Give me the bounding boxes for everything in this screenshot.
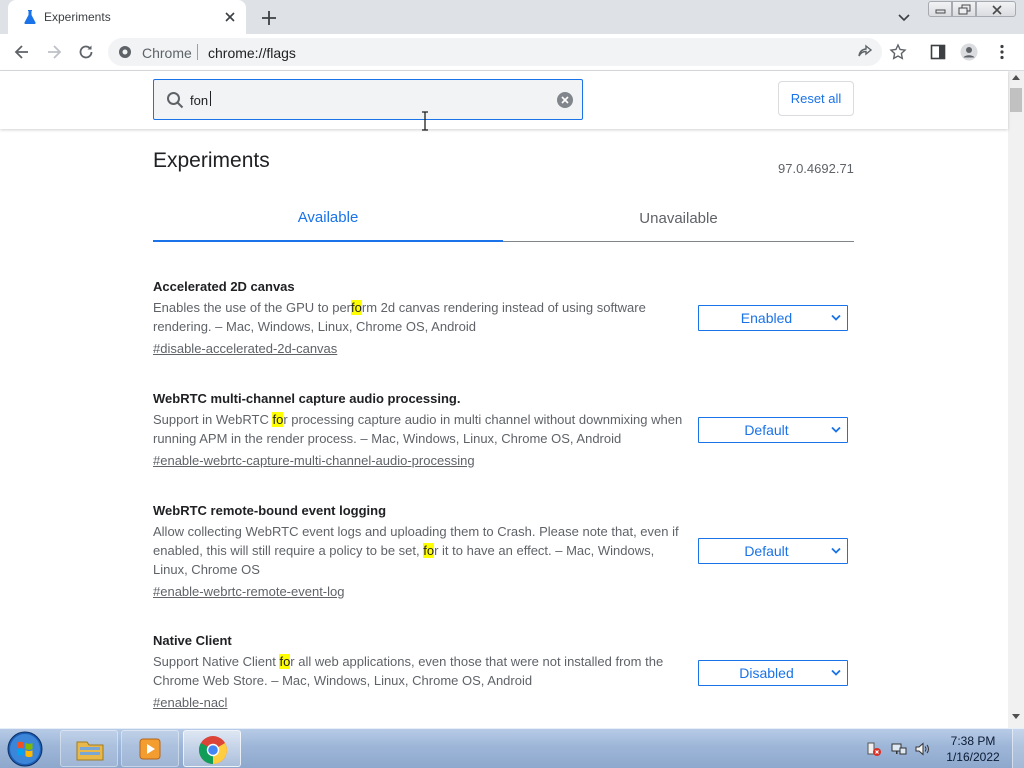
scrollbar-thumb[interactable] [1010, 88, 1022, 112]
taskbar-chrome[interactable] [183, 730, 241, 767]
description-text: Support in WebRTC [153, 412, 273, 427]
omnibox-url[interactable]: chrome://flags [208, 45, 296, 61]
omnibox-scheme-label: Chrome [142, 45, 192, 61]
experiment-item: Accelerated 2D canvas Enables the use of… [153, 277, 854, 358]
minimize-icon [935, 9, 946, 14]
tab-strip: Experiments [0, 0, 1024, 34]
experiment-description: Enables the use of the GPU to perform 2d… [153, 298, 688, 336]
reload-icon[interactable] [76, 42, 96, 62]
search-highlight: fo [279, 654, 291, 669]
restore-button[interactable] [952, 1, 976, 17]
experiment-link[interactable]: #enable-webrtc-remote-event-log [153, 582, 344, 601]
search-highlight: fo [351, 300, 362, 315]
minimize-button[interactable] [928, 1, 952, 17]
chevron-down-icon [831, 669, 841, 676]
ibeam-cursor-icon [422, 111, 428, 131]
experiment-item: WebRTC remote-bound event logging Allow … [153, 501, 854, 601]
search-box[interactable] [153, 79, 583, 131]
clear-icon[interactable] [556, 91, 574, 109]
experiment-description: Support Native Client for all web applic… [153, 652, 688, 690]
browser-tab-experiments[interactable]: Experiments [8, 0, 246, 34]
chevron-down-icon [831, 547, 841, 554]
experiment-title: WebRTC remote-bound event logging [153, 503, 387, 518]
select-value: Disabled [739, 665, 794, 681]
profile-icon[interactable] [960, 43, 978, 61]
scroll-up-icon[interactable] [1012, 74, 1020, 80]
experiment-item: WebRTC multi-channel capture audio proce… [153, 389, 854, 470]
windows-taskbar: 7:38 PM 1/16/2022 [0, 728, 1024, 768]
vertical-scrollbar[interactable] [1008, 71, 1024, 728]
tab-title: Experiments [44, 10, 111, 24]
restore-icon [958, 4, 971, 15]
flask-icon [24, 10, 36, 24]
experiment-title: Native Client [153, 633, 232, 648]
share-icon[interactable] [856, 43, 874, 61]
side-panel-icon[interactable] [929, 43, 947, 61]
address-bar[interactable]: Chrome chrome://flags [108, 38, 882, 66]
window-close-button[interactable] [976, 1, 1016, 17]
show-desktop-button[interactable] [1012, 729, 1024, 768]
network-icon[interactable] [891, 741, 907, 757]
forward-icon[interactable] [44, 42, 64, 62]
chrome-icon [199, 736, 227, 764]
select-value: Default [744, 422, 789, 438]
back-icon[interactable] [12, 42, 32, 62]
experiment-title: Accelerated 2D canvas [153, 279, 295, 294]
volume-icon[interactable] [914, 741, 930, 757]
taskbar-media-player[interactable] [121, 730, 179, 767]
text-caret [210, 91, 211, 106]
omnibox-separator [197, 44, 198, 60]
plus-icon[interactable] [258, 7, 280, 29]
close-icon[interactable] [222, 9, 238, 25]
experiment-state-select[interactable]: Disabled [698, 660, 848, 686]
start-button[interactable] [5, 730, 45, 768]
action-center-icon[interactable] [866, 741, 882, 757]
select-value: Enabled [740, 310, 793, 326]
star-icon[interactable] [889, 43, 907, 61]
experiment-title: WebRTC multi-channel capture audio proce… [153, 391, 461, 406]
reset-all-button[interactable]: Reset all [778, 81, 854, 116]
folder-icon [76, 741, 104, 761]
close-icon [992, 5, 1002, 15]
tab-available[interactable]: Available [153, 205, 503, 243]
description-text: Enables the use of the GPU to per [153, 300, 352, 315]
media-player-icon [139, 738, 161, 760]
menu-icon[interactable] [993, 43, 1011, 61]
search-input[interactable] [190, 90, 540, 110]
clock-time: 7:38 PM [950, 734, 996, 748]
search-highlight: fo [423, 543, 435, 558]
description-text: Support Native Client [153, 654, 280, 669]
clock-date: 1/16/2022 [946, 750, 1000, 764]
experiment-state-select[interactable]: Default [698, 417, 848, 443]
experiment-item: Native Client Support Native Client for … [153, 631, 854, 712]
chrome-icon[interactable] [118, 45, 132, 59]
search-icon [167, 92, 184, 109]
tab-unavailable[interactable]: Unavailable [503, 205, 854, 243]
experiment-state-select[interactable]: Enabled [698, 305, 848, 331]
browser-toolbar: Chrome chrome://flags [0, 34, 1024, 71]
experiment-link[interactable]: #enable-nacl [153, 693, 227, 712]
flags-header: Reset all [0, 71, 1008, 131]
search-highlight: fo [272, 412, 284, 427]
chevron-down-icon [831, 426, 841, 433]
tab-active-indicator [153, 240, 503, 242]
experiment-link[interactable]: #enable-webrtc-capture-multi-channel-aud… [153, 451, 475, 470]
taskbar-explorer[interactable] [60, 730, 118, 767]
version-label: 97.0.4692.71 [778, 161, 854, 176]
taskbar-clock[interactable]: 7:38 PM 1/16/2022 [940, 733, 1006, 765]
experiment-description: Support in WebRTC for processing capture… [153, 410, 688, 448]
experiment-description: Allow collecting WebRTC event logs and u… [153, 522, 688, 579]
scroll-down-icon[interactable] [1012, 714, 1020, 720]
experiment-link[interactable]: #disable-accelerated-2d-canvas [153, 339, 337, 358]
tab-search-chevron-icon[interactable] [895, 8, 913, 26]
page-title: Experiments [153, 149, 270, 172]
experiment-state-select[interactable]: Default [698, 538, 848, 564]
select-value: Default [744, 543, 789, 559]
chevron-down-icon [831, 314, 841, 321]
